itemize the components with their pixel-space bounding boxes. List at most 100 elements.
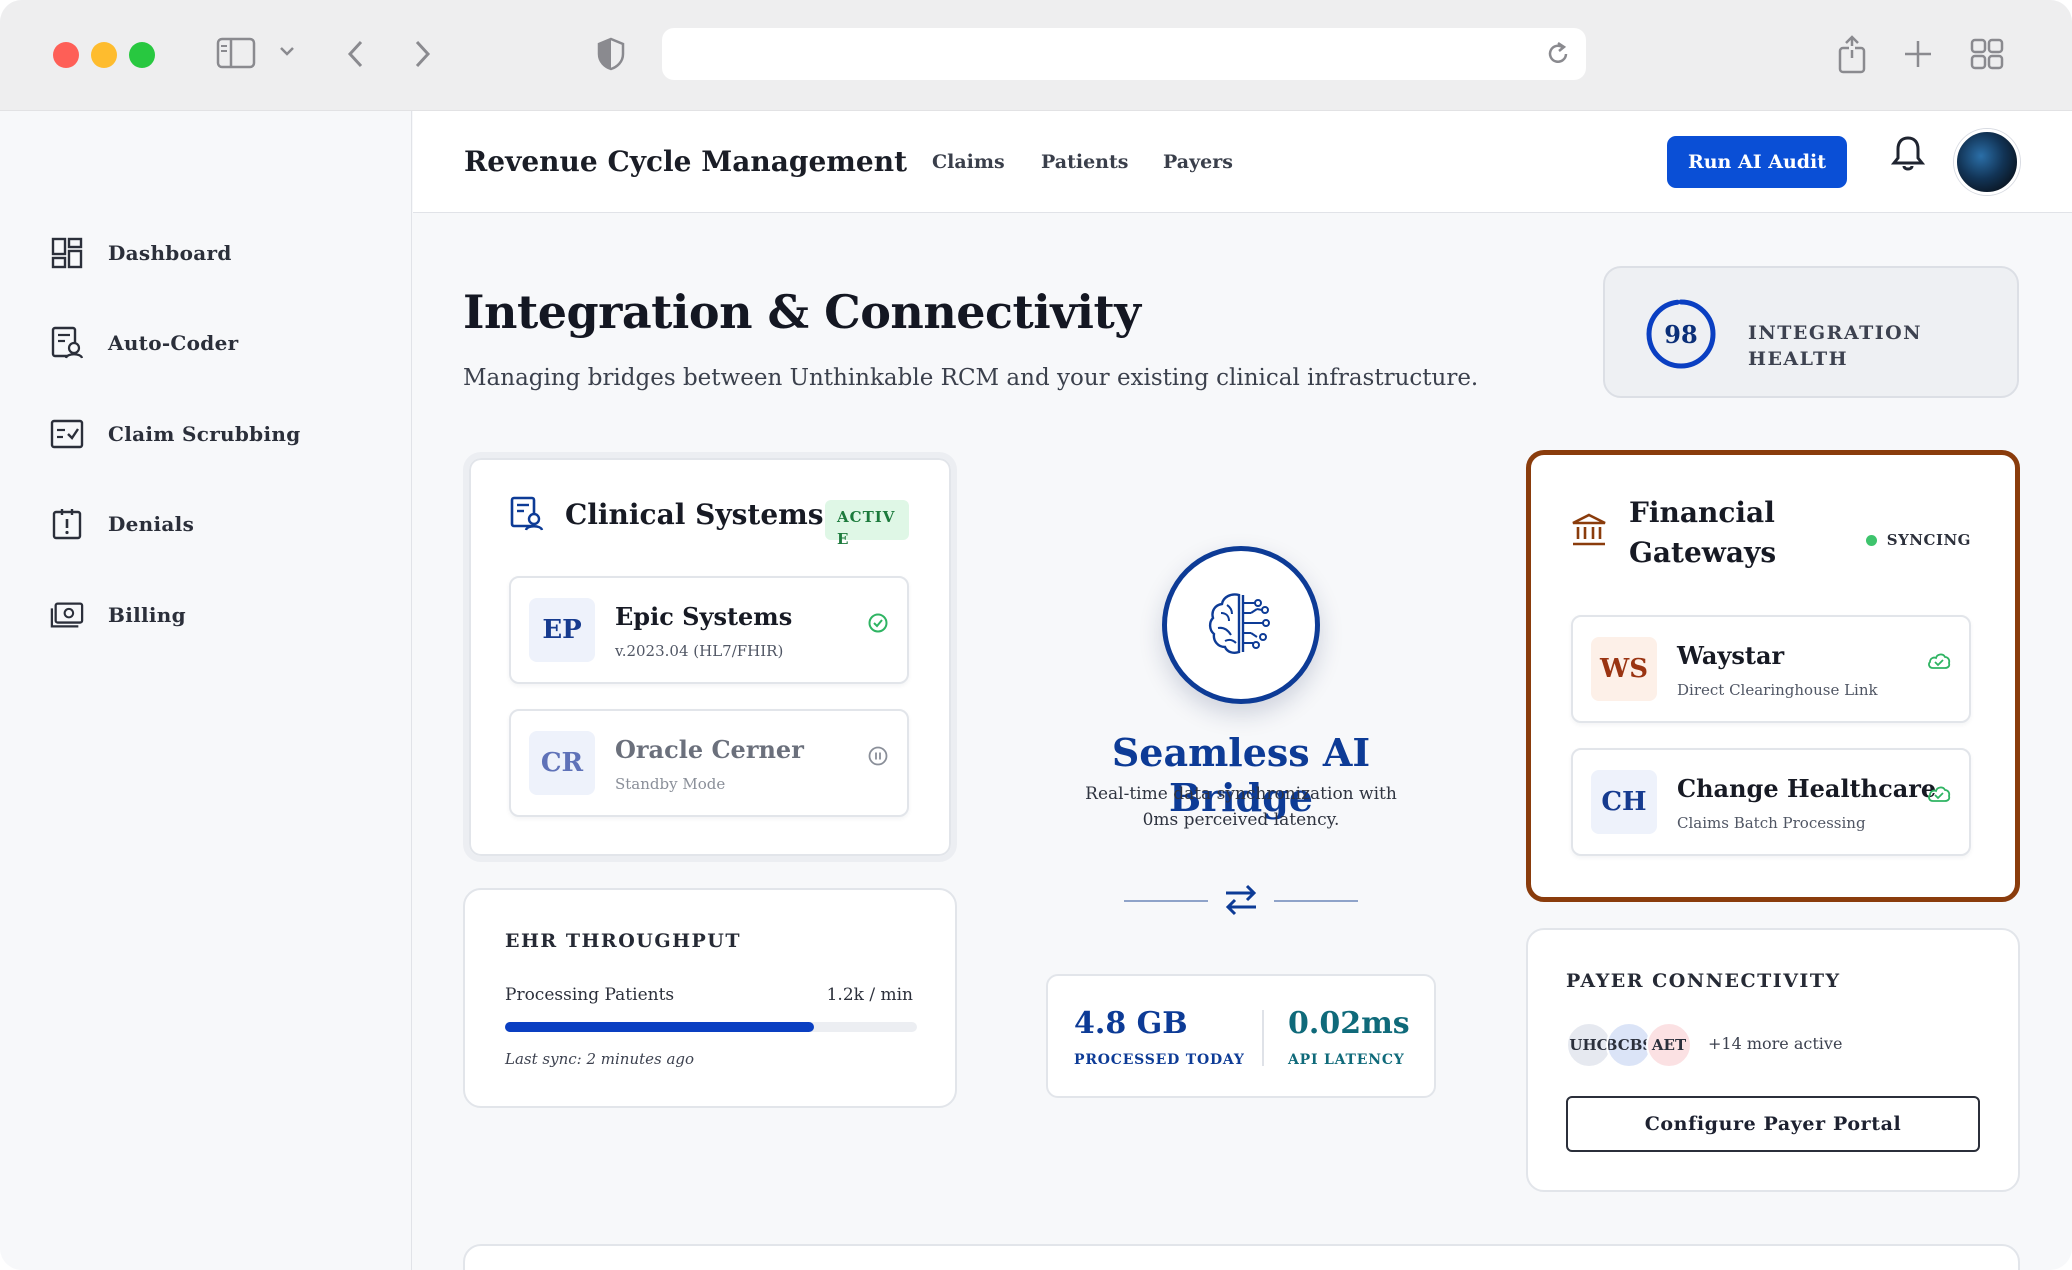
bridge-subtitle: Real-time data synchronization with 0ms … <box>1085 784 1397 830</box>
gateway-abbr-badge: WS <box>1591 637 1657 701</box>
status-badge: ACTIVE <box>825 500 909 548</box>
gateway-name: Waystar <box>1677 641 1785 670</box>
processed-today-label: PROCESSED TODAY <box>1074 1052 1245 1068</box>
configure-payer-portal-button[interactable]: Configure Payer Portal <box>1566 1096 1980 1152</box>
sidebar-item-label: Denials <box>108 512 195 536</box>
forward-icon[interactable] <box>410 38 434 70</box>
sidebar: Dashboard Auto-Coder Claim Scrubbing Den… <box>0 111 412 1270</box>
clinical-systems-title: Clinical Systems <box>565 498 824 531</box>
payer-avatar: AET <box>1646 1022 1692 1068</box>
last-sync-text: Last sync: 2 minutes ago <box>505 1050 695 1068</box>
bridge-stats-panel: 4.8 GB PROCESSED TODAY 0.02ms API LATENC… <box>1046 974 1436 1098</box>
throughput-value: 1.2k / min <box>826 985 913 1005</box>
tab-claims[interactable]: Claims <box>932 151 1005 173</box>
throughput-label: Processing Patients <box>505 985 675 1005</box>
new-tab-icon[interactable] <box>1902 38 1934 70</box>
chevron-down-icon[interactable] <box>278 44 296 58</box>
app-header: Revenue Cycle Management Claims Patients… <box>413 111 2072 213</box>
bank-icon <box>1571 513 1607 551</box>
sync-status-label: SYNCING <box>1886 531 1971 549</box>
lower-section-card <box>463 1244 2020 1270</box>
ehr-throughput-card: EHR THROUGHPUT Processing Patients 1.2k … <box>463 888 957 1108</box>
address-bar[interactable] <box>662 28 1586 80</box>
ehr-throughput-title: EHR THROUGHPUT <box>505 930 742 952</box>
tab-payers[interactable]: Payers <box>1163 151 1233 173</box>
payer-more-count: +14 more active <box>1708 1034 1843 1053</box>
minimize-window-button[interactable] <box>91 42 117 68</box>
brain-circuit-icon <box>1201 583 1281 667</box>
list-item-epic-systems[interactable]: EP Epic Systems v.2023.04 (HL7/FHIR) <box>509 576 909 684</box>
app-title: Revenue Cycle Management <box>464 145 908 178</box>
gateway-name: Change Healthcare <box>1677 774 1937 803</box>
swap-arrows-icon <box>1220 880 1262 924</box>
system-mode: Standby Mode <box>615 775 726 793</box>
gateway-description: Direct Clearinghouse Link <box>1677 681 1878 699</box>
auto-coder-icon <box>50 326 84 360</box>
clinical-records-icon <box>509 496 545 536</box>
financial-gateways-card: Financial Gateways SYNCING WS Waystar Di… <box>1526 450 2020 902</box>
system-version: v.2023.04 (HL7/FHIR) <box>615 642 784 660</box>
reload-icon[interactable] <box>1544 40 1572 72</box>
list-item-oracle-cerner[interactable]: CR Oracle Cerner Standby Mode <box>509 709 909 817</box>
browser-window: Dashboard Auto-Coder Claim Scrubbing Den… <box>0 0 2072 1270</box>
sidebar-item-claim-scrubbing[interactable]: Claim Scrubbing <box>50 414 301 454</box>
browser-toolbar <box>0 0 2072 111</box>
api-latency-label: API LATENCY <box>1288 1052 1405 1068</box>
health-score: 98 <box>1664 319 1698 349</box>
tab-patients[interactable]: Patients <box>1041 151 1128 173</box>
system-abbr-badge: CR <box>529 731 595 795</box>
sidebar-item-label: Auto-Coder <box>108 331 239 355</box>
billing-icon <box>50 598 84 632</box>
connector-line-right <box>1274 900 1358 902</box>
claim-scrubbing-icon <box>50 417 84 451</box>
share-icon[interactable] <box>1836 34 1868 74</box>
check-circle-icon <box>867 612 889 638</box>
dashboard-icon <box>50 236 84 270</box>
throughput-progress-bar <box>505 1022 917 1032</box>
list-item-change-healthcare[interactable]: CH Change Healthcare Claims Batch Proces… <box>1571 748 1971 856</box>
pause-circle-icon <box>867 745 889 771</box>
sidebar-item-label: Billing <box>108 603 186 627</box>
connector-line-left <box>1124 900 1208 902</box>
cloud-check-icon <box>1927 784 1951 808</box>
system-abbr-badge: EP <box>529 598 595 662</box>
integration-health-card: 98 INTEGRATION HEALTH <box>1603 266 2019 398</box>
sync-status: SYNCING <box>1865 531 1971 549</box>
system-name: Oracle Cerner <box>615 735 804 764</box>
gateway-abbr-badge: CH <box>1591 770 1657 834</box>
clinical-systems-card: Clinical Systems ACTIVE EP Epic Systems … <box>463 452 957 862</box>
sidebar-item-label: Dashboard <box>108 241 232 265</box>
financial-title-line1: Financial <box>1629 496 1775 529</box>
page-title: Integration & Connectivity <box>463 285 1141 339</box>
page-subtitle: Managing bridges between Unthinkable RCM… <box>463 365 1479 391</box>
processed-today-value: 4.8 GB <box>1074 1006 1188 1041</box>
maximize-window-button[interactable] <box>129 42 155 68</box>
status-badge-label: ACTIVE <box>837 508 896 548</box>
sidebar-item-billing[interactable]: Billing <box>50 595 186 635</box>
notification-bell-icon[interactable] <box>1890 133 1926 177</box>
payer-connectivity-title: PAYER CONNECTIVITY <box>1566 970 1841 992</box>
sidebar-item-denials[interactable]: Denials <box>50 504 194 544</box>
privacy-shield-icon[interactable] <box>596 36 626 72</box>
throughput-progress-fill <box>505 1022 814 1032</box>
health-label: INTEGRATION HEALTH <box>1748 322 1923 370</box>
denials-icon <box>50 507 84 541</box>
system-name: Epic Systems <box>615 602 793 631</box>
sidebar-item-label: Claim Scrubbing <box>108 422 301 446</box>
user-avatar[interactable] <box>1954 129 2020 195</box>
stats-divider <box>1262 1010 1264 1066</box>
sidebar-toggle-icon[interactable] <box>216 36 258 70</box>
list-item-waystar[interactable]: WS Waystar Direct Clearinghouse Link <box>1571 615 1971 723</box>
api-latency-value: 0.02ms <box>1288 1006 1410 1041</box>
ai-bridge-emblem <box>1162 546 1320 704</box>
tab-overview-icon[interactable] <box>1970 38 2004 70</box>
status-dot-icon <box>1865 534 1877 546</box>
run-ai-audit-button[interactable]: Run AI Audit <box>1667 136 1847 188</box>
cloud-check-icon <box>1927 651 1951 675</box>
close-window-button[interactable] <box>53 42 79 68</box>
back-icon[interactable] <box>344 38 368 70</box>
sidebar-item-dashboard[interactable]: Dashboard <box>50 233 232 273</box>
financial-title-line2: Gateways <box>1629 536 1777 569</box>
sidebar-item-auto-coder[interactable]: Auto-Coder <box>50 323 238 363</box>
payer-connectivity-card: PAYER CONNECTIVITY UHC BCBS AET +14 more… <box>1526 928 2020 1192</box>
